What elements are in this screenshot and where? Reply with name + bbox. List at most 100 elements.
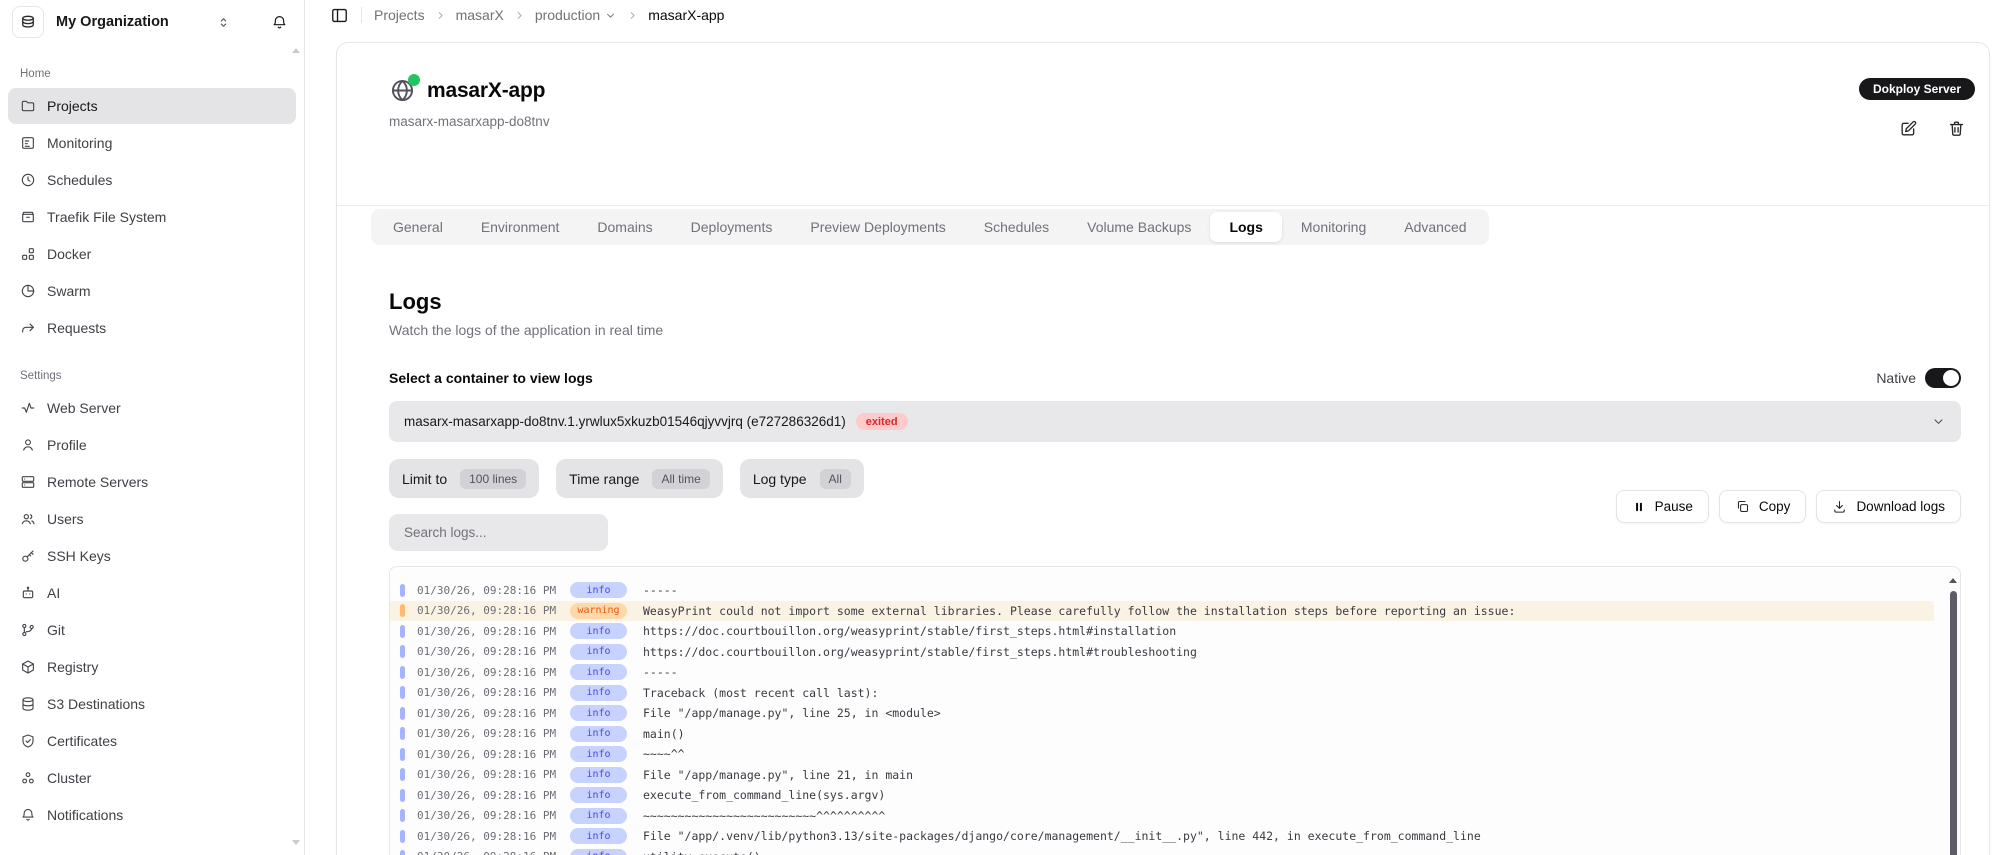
log-timestamp: 01/30/26, 09:28:16 PM: [417, 666, 570, 679]
sidebar-toggle-button[interactable]: [330, 6, 349, 25]
sidebar-section-home: Home: [20, 68, 296, 80]
filter-label: Time range: [569, 471, 639, 487]
sidebar-item-s3-destinations[interactable]: S3 Destinations: [8, 686, 296, 722]
limit-filter-button[interactable]: Limit to 100 lines: [389, 459, 539, 498]
chevron-right-icon: [434, 9, 447, 22]
log-message: Traceback (most recent call last):: [643, 686, 878, 700]
sidebar-item-traefik-file-system[interactable]: Traefik File System: [8, 199, 296, 235]
tab-preview-deployments[interactable]: Preview Deployments: [791, 212, 964, 242]
log-level-badge: info: [570, 623, 627, 639]
forward-arrow-icon: [20, 320, 36, 336]
pause-icon: [1632, 500, 1646, 514]
breadcrumb-current: masarX-app: [648, 7, 724, 23]
activity-icon: [20, 400, 36, 416]
breadcrumb-project[interactable]: masarX: [456, 7, 504, 23]
tab-domains[interactable]: Domains: [578, 212, 671, 242]
chevrons-up-down-icon[interactable]: [216, 15, 231, 30]
logs-description: Watch the logs of the application in rea…: [389, 322, 1961, 338]
tab-logs[interactable]: Logs: [1210, 212, 1281, 242]
tab-monitoring[interactable]: Monitoring: [1282, 212, 1385, 242]
sidebar-item-projects[interactable]: Projects: [8, 88, 296, 124]
log-timestamp: 01/30/26, 09:28:16 PM: [417, 625, 570, 638]
sidebar-item-users[interactable]: Users: [8, 501, 296, 537]
sidebar-item-requests[interactable]: Requests: [8, 310, 296, 346]
log-level-badge: info: [570, 808, 627, 824]
log-timestamp: 01/30/26, 09:28:16 PM: [417, 604, 570, 617]
users-icon: [20, 511, 36, 527]
sidebar-item-monitoring[interactable]: Monitoring: [8, 125, 296, 161]
log-row: 01/30/26, 09:28:16 PM info https://doc.c…: [390, 621, 1934, 642]
log-timestamp: 01/30/26, 09:28:16 PM: [417, 686, 570, 699]
log-level-badge: info: [570, 787, 627, 803]
log-level-badge: info: [570, 828, 627, 844]
pause-logs-button[interactable]: Pause: [1616, 490, 1709, 523]
log-timestamp: 01/30/26, 09:28:16 PM: [417, 789, 570, 802]
log-timestamp: 01/30/26, 09:28:16 PM: [417, 809, 570, 822]
tab-environment[interactable]: Environment: [462, 212, 579, 242]
log-level-badge: info: [570, 849, 627, 855]
log-level-bar: [400, 604, 405, 617]
tab-advanced[interactable]: Advanced: [1385, 212, 1485, 242]
log-message: -----: [643, 583, 678, 597]
sidebar-item-ssh-keys[interactable]: SSH Keys: [8, 538, 296, 574]
logs-title: Logs: [389, 289, 1961, 315]
log-level-bar: [400, 645, 405, 658]
sidebar-item-notifications[interactable]: Notifications: [8, 797, 296, 833]
tab-deployments[interactable]: Deployments: [672, 212, 792, 242]
notifications-bell-button[interactable]: [271, 14, 288, 31]
edit-app-button[interactable]: [1899, 119, 1918, 138]
log-level-bar: [400, 666, 405, 679]
tab-general[interactable]: General: [374, 212, 462, 242]
search-logs-input[interactable]: [389, 514, 608, 551]
sidebar-item-registry[interactable]: Registry: [8, 649, 296, 685]
package-icon: [20, 659, 36, 675]
org-selector[interactable]: My Organization: [0, 0, 304, 44]
time-range-filter-button[interactable]: Time range All time: [556, 459, 723, 498]
log-level-badge: warning: [570, 603, 627, 619]
log-level-bar: [400, 625, 405, 638]
sidebar-scroll-up-arrow[interactable]: [292, 48, 300, 53]
app-status-icon: [389, 77, 416, 104]
sidebar-item-swarm[interactable]: Swarm: [8, 273, 296, 309]
download-logs-button[interactable]: Download logs: [1816, 490, 1961, 523]
sidebar-item-certificates[interactable]: Certificates: [8, 723, 296, 759]
sidebar-item-label: Docker: [47, 246, 91, 262]
chevron-right-icon: [513, 9, 526, 22]
tab-volume-backups[interactable]: Volume Backups: [1068, 212, 1210, 242]
sidebar-item-web-server[interactable]: Web Server: [8, 390, 296, 426]
log-scrollbar-up-arrow[interactable]: [1949, 578, 1957, 583]
sidebar-scroll-down-arrow[interactable]: [292, 840, 300, 845]
sidebar-item-remote-servers[interactable]: Remote Servers: [8, 464, 296, 500]
chevron-down-icon: [604, 9, 617, 22]
bot-icon: [20, 585, 36, 601]
copy-logs-button[interactable]: Copy: [1719, 490, 1807, 523]
native-toggle-switch[interactable]: [1925, 368, 1961, 388]
delete-app-button[interactable]: [1947, 119, 1966, 138]
log-level-bar: [400, 584, 405, 597]
breadcrumb-projects[interactable]: Projects: [374, 7, 425, 23]
log-row: 01/30/26, 09:28:16 PM info ~~~~^^: [390, 744, 1934, 765]
key-icon: [20, 548, 36, 564]
log-level-badge: info: [570, 685, 627, 701]
sidebar-item-schedules[interactable]: Schedules: [8, 162, 296, 198]
log-row: 01/30/26, 09:28:16 PM info execute_from_…: [390, 785, 1934, 806]
log-level-badge: info: [570, 767, 627, 783]
log-type-filter-button[interactable]: Log type All: [740, 459, 864, 498]
sidebar-item-git[interactable]: Git: [8, 612, 296, 648]
pause-label: Pause: [1655, 499, 1693, 514]
sidebar-item-label: Registry: [47, 659, 98, 675]
log-scrollbar[interactable]: [1950, 591, 1957, 855]
tabs-list: General Environment Domains Deployments …: [371, 209, 1489, 245]
download-label: Download logs: [1856, 499, 1945, 514]
log-level-bar: [400, 789, 405, 802]
archive-icon: [20, 209, 36, 225]
sidebar-item-profile[interactable]: Profile: [8, 427, 296, 463]
sidebar-item-docker[interactable]: Docker: [8, 236, 296, 272]
container-select[interactable]: masarx-masarxapp-do8tnv.1.yrwlux5xkuzb01…: [389, 401, 1961, 442]
sidebar-item-ai[interactable]: AI: [8, 575, 296, 611]
breadcrumb-environment-dropdown[interactable]: production: [535, 7, 617, 23]
log-timestamp: 01/30/26, 09:28:16 PM: [417, 707, 570, 720]
tab-schedules[interactable]: Schedules: [965, 212, 1068, 242]
sidebar-item-label: AI: [47, 585, 60, 601]
sidebar-item-cluster[interactable]: Cluster: [8, 760, 296, 796]
